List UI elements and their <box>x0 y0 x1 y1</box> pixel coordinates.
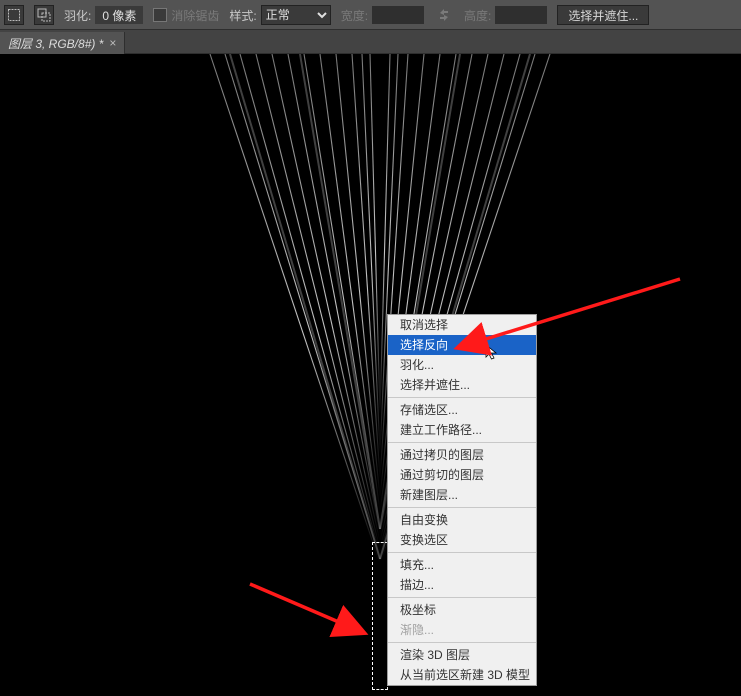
height-label: 高度: <box>464 7 491 24</box>
context-menu-item[interactable]: 变换选区 <box>388 530 536 550</box>
close-icon[interactable]: × <box>109 36 116 50</box>
document-tab[interactable]: 图层 3, RGB/8#) * × <box>0 32 125 54</box>
context-menu-item[interactable]: 羽化... <box>388 355 536 375</box>
feather-group: 羽化: <box>64 6 143 24</box>
context-menu-item: 渐隐... <box>388 620 536 640</box>
context-menu-separator <box>388 507 536 508</box>
context-menu-item[interactable]: 取消选择 <box>388 315 536 335</box>
style-select[interactable]: 正常 <box>261 5 331 25</box>
context-menu-item[interactable]: 存储选区... <box>388 400 536 420</box>
context-menu-separator <box>388 442 536 443</box>
feather-input[interactable] <box>95 6 143 24</box>
context-menu-item[interactable]: 选择反向 <box>388 335 536 355</box>
context-menu-item[interactable]: 选择并遮住... <box>388 375 536 395</box>
context-menu-item[interactable]: 自由变换 <box>388 510 536 530</box>
antialias-group: 消除锯齿 <box>153 7 219 24</box>
height-input <box>495 6 547 24</box>
context-menu: 取消选择选择反向羽化...选择并遮住... 存储选区...建立工作路径... 通过拷… <box>387 314 537 686</box>
width-input <box>372 6 424 24</box>
context-menu-separator <box>388 597 536 598</box>
context-menu-item[interactable]: 渲染 3D 图层 <box>388 645 536 665</box>
context-menu-item[interactable]: 从当前选区新建 3D 模型 <box>388 665 536 685</box>
annotation-arrows <box>0 54 741 696</box>
width-label: 宽度: <box>341 7 368 24</box>
context-menu-item[interactable]: 极坐标 <box>388 600 536 620</box>
antialias-checkbox[interactable] <box>153 8 167 22</box>
document-tab-title: 图层 3, RGB/8#) * <box>8 35 103 52</box>
new-selection-icon[interactable] <box>4 5 24 25</box>
context-menu-separator <box>388 552 536 553</box>
options-bar: 羽化: 消除锯齿 样式: 正常 宽度: 高度: 选择并遮住... <box>0 0 741 30</box>
document-tab-bar: 图层 3, RGB/8#) * × <box>0 30 741 54</box>
swap-width-height-icon <box>434 5 454 25</box>
style-label: 样式: <box>229 7 256 24</box>
width-group: 宽度: <box>341 6 424 24</box>
context-menu-item[interactable]: 通过拷贝的图层 <box>388 445 536 465</box>
context-menu-separator <box>388 397 536 398</box>
context-menu-item[interactable]: 填充... <box>388 555 536 575</box>
context-menu-item[interactable]: 建立工作路径... <box>388 420 536 440</box>
context-menu-item[interactable]: 通过剪切的图层 <box>388 465 536 485</box>
rectangular-marquee-selection[interactable] <box>372 542 388 690</box>
add-to-selection-icon[interactable] <box>34 5 54 25</box>
context-menu-item[interactable]: 描边... <box>388 575 536 595</box>
context-menu-separator <box>388 642 536 643</box>
canvas[interactable]: 取消选择选择反向羽化...选择并遮住... 存储选区...建立工作路径... 通过拷… <box>0 54 741 696</box>
antialias-label: 消除锯齿 <box>171 7 219 24</box>
style-group: 样式: 正常 <box>229 5 330 25</box>
context-menu-item[interactable]: 新建图层... <box>388 485 536 505</box>
feather-label: 羽化: <box>64 7 91 24</box>
height-group: 高度: <box>464 6 547 24</box>
artwork-streaks <box>0 54 741 696</box>
select-and-mask-button[interactable]: 选择并遮住... <box>557 5 649 25</box>
